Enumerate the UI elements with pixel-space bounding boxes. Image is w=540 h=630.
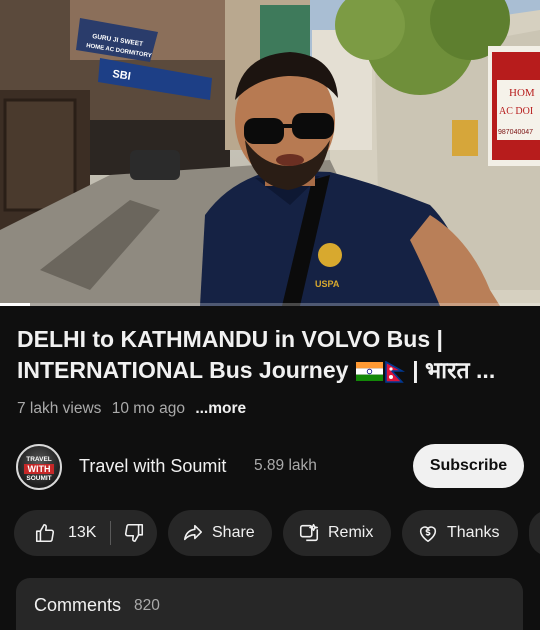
more-actions-button[interactable] (529, 510, 540, 556)
video-title-line1: DELHI to KATHMANDU in VOLVO Bus | (17, 326, 443, 352)
video-info: DELHI to KATHMANDU in VOLVO Bus | INTERN… (0, 306, 540, 630)
remix-button[interactable]: Remix (283, 510, 391, 556)
channel-row[interactable]: TRAVEL WITH SOUMIT Travel with Soumit 5.… (16, 440, 524, 492)
thanks-label: Thanks (447, 524, 500, 541)
remix-label: Remix (328, 524, 374, 541)
share-button[interactable]: Share (168, 510, 272, 556)
video-frame: GURU JI SWEET HOME AC DORMITORY SBI HOM … (0, 0, 540, 306)
right-sign-line2: AC DOI (499, 106, 533, 117)
comments-title: Comments (34, 595, 122, 615)
channel-avatar[interactable]: TRAVEL WITH SOUMIT (16, 444, 62, 490)
action-bar: 13K Share Remix Thanks (0, 510, 540, 556)
thumbs-up-icon (35, 523, 55, 543)
uspa-logo-text: USPA (315, 279, 340, 289)
right-sign-line3: 987040047 (498, 129, 533, 136)
like-button[interactable]: 13K (14, 510, 110, 556)
video-title-line2-text: INTERNATIONAL Bus Journey (17, 357, 349, 383)
view-count: 7 lakh views (17, 400, 102, 417)
avatar-text-top: TRAVEL (26, 456, 52, 463)
share-icon (183, 524, 203, 541)
nepal-flag-icon (384, 360, 405, 383)
subscribe-button[interactable]: Subscribe (413, 444, 524, 488)
video-title[interactable]: DELHI to KATHMANDU in VOLVO Bus | INTERN… (17, 324, 527, 386)
like-dislike-chip: 13K (14, 510, 157, 556)
video-player[interactable]: GURU JI SWEET HOME AC DORMITORY SBI HOM … (0, 0, 540, 306)
like-count: 13K (68, 524, 97, 541)
right-sign-line1: HOM (509, 87, 535, 99)
subscriber-count: 5.89 lakh (254, 457, 317, 474)
remix-icon (299, 523, 319, 542)
avatar-text-bottom: SOUMIT (26, 475, 52, 482)
share-label: Share (212, 524, 255, 541)
avatar-text-middle: WITH (24, 464, 54, 474)
channel-name[interactable]: Travel with Soumit (79, 456, 226, 477)
thumbs-down-icon (124, 523, 144, 543)
more-link[interactable]: ...more (195, 400, 246, 417)
video-meta[interactable]: 7 lakh views 10 mo ago ...more (17, 400, 252, 418)
watch-page: GURU JI SWEET HOME AC DORMITORY SBI HOM … (0, 0, 540, 630)
heart-dollar-icon (419, 526, 437, 543)
india-flag-icon (355, 362, 383, 382)
dislike-button[interactable] (111, 510, 145, 556)
comments-panel[interactable]: Comments 820 (16, 578, 523, 630)
video-title-line2-tail: | भारत ... (412, 357, 496, 383)
thanks-button[interactable]: Thanks (402, 510, 518, 556)
upload-age: 10 mo ago (111, 400, 185, 417)
comments-count: 820 (134, 597, 160, 614)
video-title-line2: INTERNATIONAL Bus Journey | भारत ... (17, 355, 527, 386)
